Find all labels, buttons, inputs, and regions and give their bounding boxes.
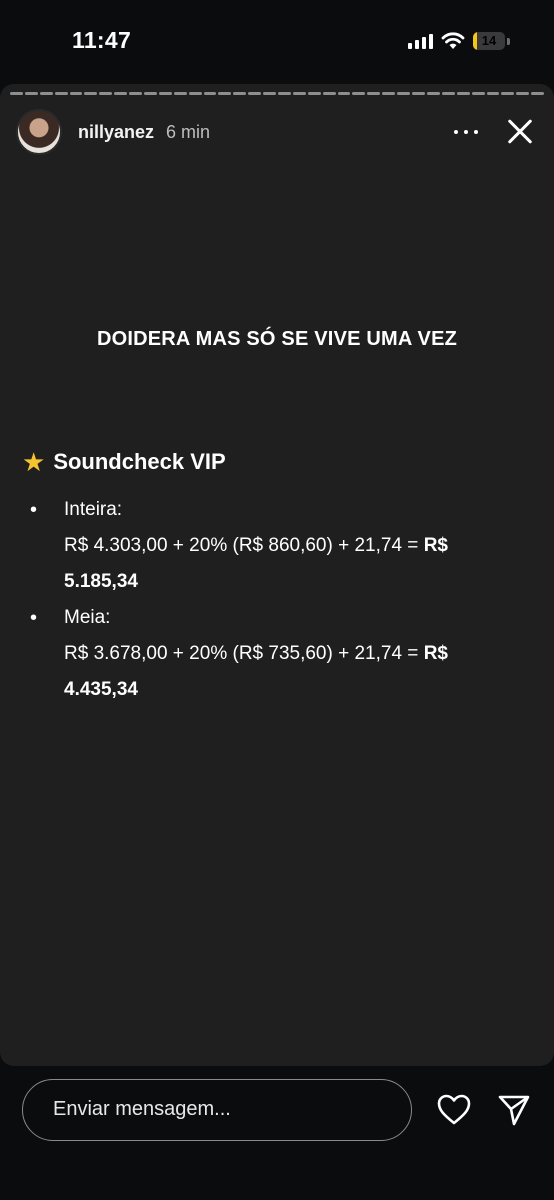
bottom-bar: Enviar mensagem... bbox=[0, 1066, 554, 1200]
status-time: 11:47 bbox=[72, 27, 132, 53]
more-icon bbox=[454, 130, 458, 134]
list-item: • Meia: R$ 3.678,00 + 20% (R$ 735,60) + … bbox=[30, 600, 530, 708]
status-icons: 14 bbox=[408, 30, 510, 52]
wifi-icon bbox=[441, 32, 465, 49]
progress-segment bbox=[39, 92, 53, 95]
progress-segment bbox=[307, 92, 321, 95]
progress-segment bbox=[173, 92, 187, 95]
battery-cap bbox=[507, 37, 510, 45]
star-icon: ★ bbox=[22, 447, 46, 477]
progress-segment bbox=[441, 92, 455, 95]
progress-segment bbox=[337, 92, 351, 95]
section-title: ★ Soundcheck VIP bbox=[22, 449, 226, 475]
progress-segment bbox=[24, 92, 38, 95]
status-bar: 11:47 14 bbox=[0, 0, 554, 82]
more-button[interactable] bbox=[446, 112, 486, 152]
heart-icon[interactable] bbox=[436, 1092, 472, 1128]
progress-segment bbox=[531, 92, 545, 95]
progress-segment bbox=[248, 92, 262, 95]
username[interactable]: nillyanez bbox=[78, 122, 154, 143]
signal-icon bbox=[408, 33, 433, 49]
message-input[interactable]: Enviar mensagem... bbox=[22, 1079, 412, 1141]
progress-segment bbox=[10, 92, 23, 95]
item-label: Meia: bbox=[64, 607, 111, 628]
progress-segment bbox=[99, 92, 113, 95]
progress-segment bbox=[292, 92, 306, 95]
progress-segment bbox=[188, 92, 202, 95]
item-label: Inteira: bbox=[64, 499, 123, 520]
price-list: • Inteira: R$ 4.303,00 + 20% (R$ 860,60)… bbox=[30, 492, 530, 708]
story-frame[interactable]: nillyanez 6 min DOIDERA MAS SÓ SE VIVE U… bbox=[0, 84, 554, 1066]
send-icon[interactable] bbox=[496, 1092, 532, 1128]
progress-segment bbox=[144, 92, 157, 95]
progress-segment bbox=[84, 92, 98, 95]
story-headline: DOIDERA MAS SÓ SE VIVE UMA VEZ bbox=[96, 328, 458, 350]
avatar[interactable] bbox=[16, 109, 62, 155]
progress-segment bbox=[278, 92, 291, 95]
section-title-text: Soundcheck VIP bbox=[53, 449, 226, 474]
battery-icon: 14 bbox=[473, 32, 505, 50]
progress-segment bbox=[263, 92, 277, 95]
progress-segment bbox=[486, 92, 500, 95]
progress-segment bbox=[412, 92, 425, 95]
progress-segment bbox=[114, 92, 128, 95]
battery-level: 14 bbox=[481, 33, 497, 48]
progress-segment bbox=[233, 92, 247, 95]
progress-segment bbox=[218, 92, 232, 95]
bullet: • bbox=[30, 607, 38, 629]
progress-segment bbox=[203, 92, 217, 95]
progress-segment bbox=[367, 92, 381, 95]
progress-segment bbox=[129, 92, 143, 95]
progress-segment bbox=[322, 92, 336, 95]
progress-segment bbox=[471, 92, 485, 95]
story-time-ago: 6 min bbox=[166, 121, 211, 142]
progress-segment bbox=[456, 92, 470, 95]
progress-segment bbox=[501, 92, 515, 95]
item-formula: R$ 4.303,00 + 20% (R$ 860,60) + 21,74 = … bbox=[64, 535, 448, 556]
progress-segment bbox=[382, 92, 396, 95]
progress-segment bbox=[158, 92, 172, 95]
bullet: • bbox=[30, 499, 38, 521]
item-total: 5.185,34 bbox=[64, 571, 138, 592]
progress-segment bbox=[69, 92, 83, 95]
list-item: • Inteira: R$ 4.303,00 + 20% (R$ 860,60)… bbox=[30, 492, 530, 600]
story-progress-bar bbox=[10, 92, 545, 95]
item-total: 4.435,34 bbox=[64, 679, 138, 700]
story-header: nillyanez 6 min bbox=[16, 106, 540, 158]
item-formula: R$ 3.678,00 + 20% (R$ 735,60) + 21,74 = … bbox=[64, 643, 448, 664]
progress-segment bbox=[352, 92, 366, 95]
progress-segment bbox=[516, 92, 530, 95]
progress-segment bbox=[54, 92, 68, 95]
progress-segment bbox=[426, 92, 440, 95]
close-icon[interactable] bbox=[500, 112, 540, 152]
progress-segment bbox=[397, 92, 411, 95]
